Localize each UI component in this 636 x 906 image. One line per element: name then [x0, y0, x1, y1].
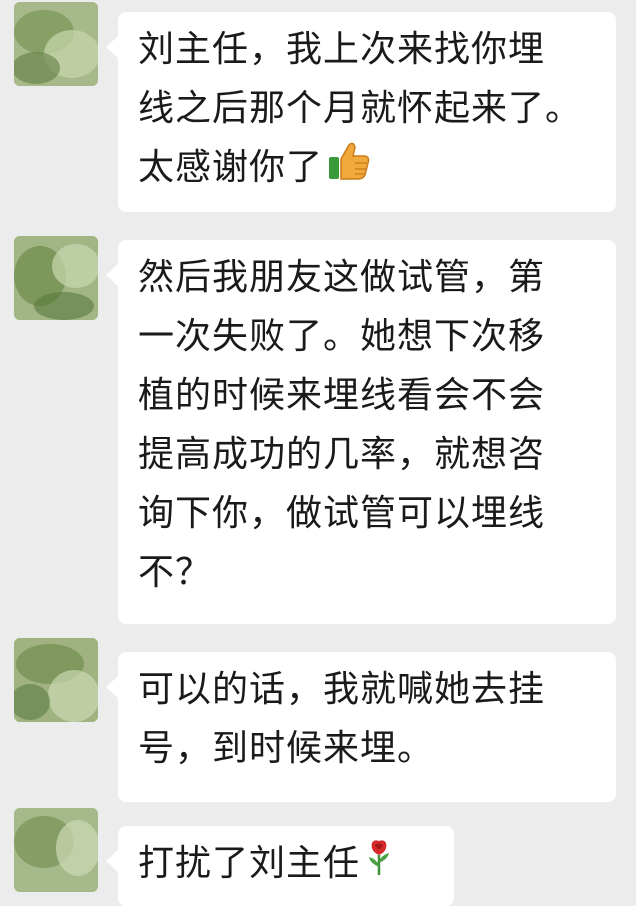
avatar[interactable]: [14, 2, 98, 86]
avatar[interactable]: [14, 808, 98, 892]
message-text-line: 然后我朋友这做试管，第: [138, 257, 546, 298]
message-text-line: 号，到时候来埋。: [138, 728, 435, 769]
message-bubble[interactable]: 可以的话，我就喊她去挂 号，到时候来埋。: [106, 652, 616, 802]
avatar[interactable]: [14, 236, 98, 320]
message-text-line: 可以的话，我就喊她去挂: [138, 669, 546, 710]
avatar-blurred-image: [14, 638, 98, 722]
chat-window: 刘主任，我上次来找你埋 线之后那个月就怀起来了。 太感谢你了 然后我朋友这做试管…: [0, 0, 636, 906]
avatar-blurred-image: [14, 236, 98, 320]
rose-icon: [364, 836, 394, 895]
message-bubble[interactable]: 打扰了刘主任: [106, 826, 454, 906]
message-text-line: 不？: [138, 552, 213, 593]
message-text-line: 提高成功的几率，就想咨: [138, 434, 546, 475]
avatar-blurred-image: [14, 808, 98, 892]
message-text-line: 线之后那个月就怀起来了。: [138, 88, 583, 129]
message-text: 打扰了刘主任: [138, 843, 361, 884]
message-bubble[interactable]: 然后我朋友这做试管，第 一次失败了。她想下次移 植的时候来埋线看会不会 提高成功…: [106, 240, 616, 624]
message-text-line: 询下你，做试管可以埋线: [138, 493, 546, 534]
message-text: 太感谢你了: [138, 147, 324, 188]
thumbs-up-icon: [327, 140, 371, 199]
message-text-line: 一次失败了。她想下次移: [138, 316, 546, 357]
message-text-line: 刘主任，我上次来找你埋: [138, 29, 546, 70]
message-text-line: 太感谢你了: [138, 138, 594, 199]
avatar[interactable]: [14, 638, 98, 722]
avatar-blurred-image: [14, 2, 98, 86]
message-text-line: 植的时候来埋线看会不会: [138, 375, 546, 416]
message-bubble[interactable]: 刘主任，我上次来找你埋 线之后那个月就怀起来了。 太感谢你了: [106, 12, 616, 212]
message-text-line: 打扰了刘主任: [138, 834, 432, 895]
